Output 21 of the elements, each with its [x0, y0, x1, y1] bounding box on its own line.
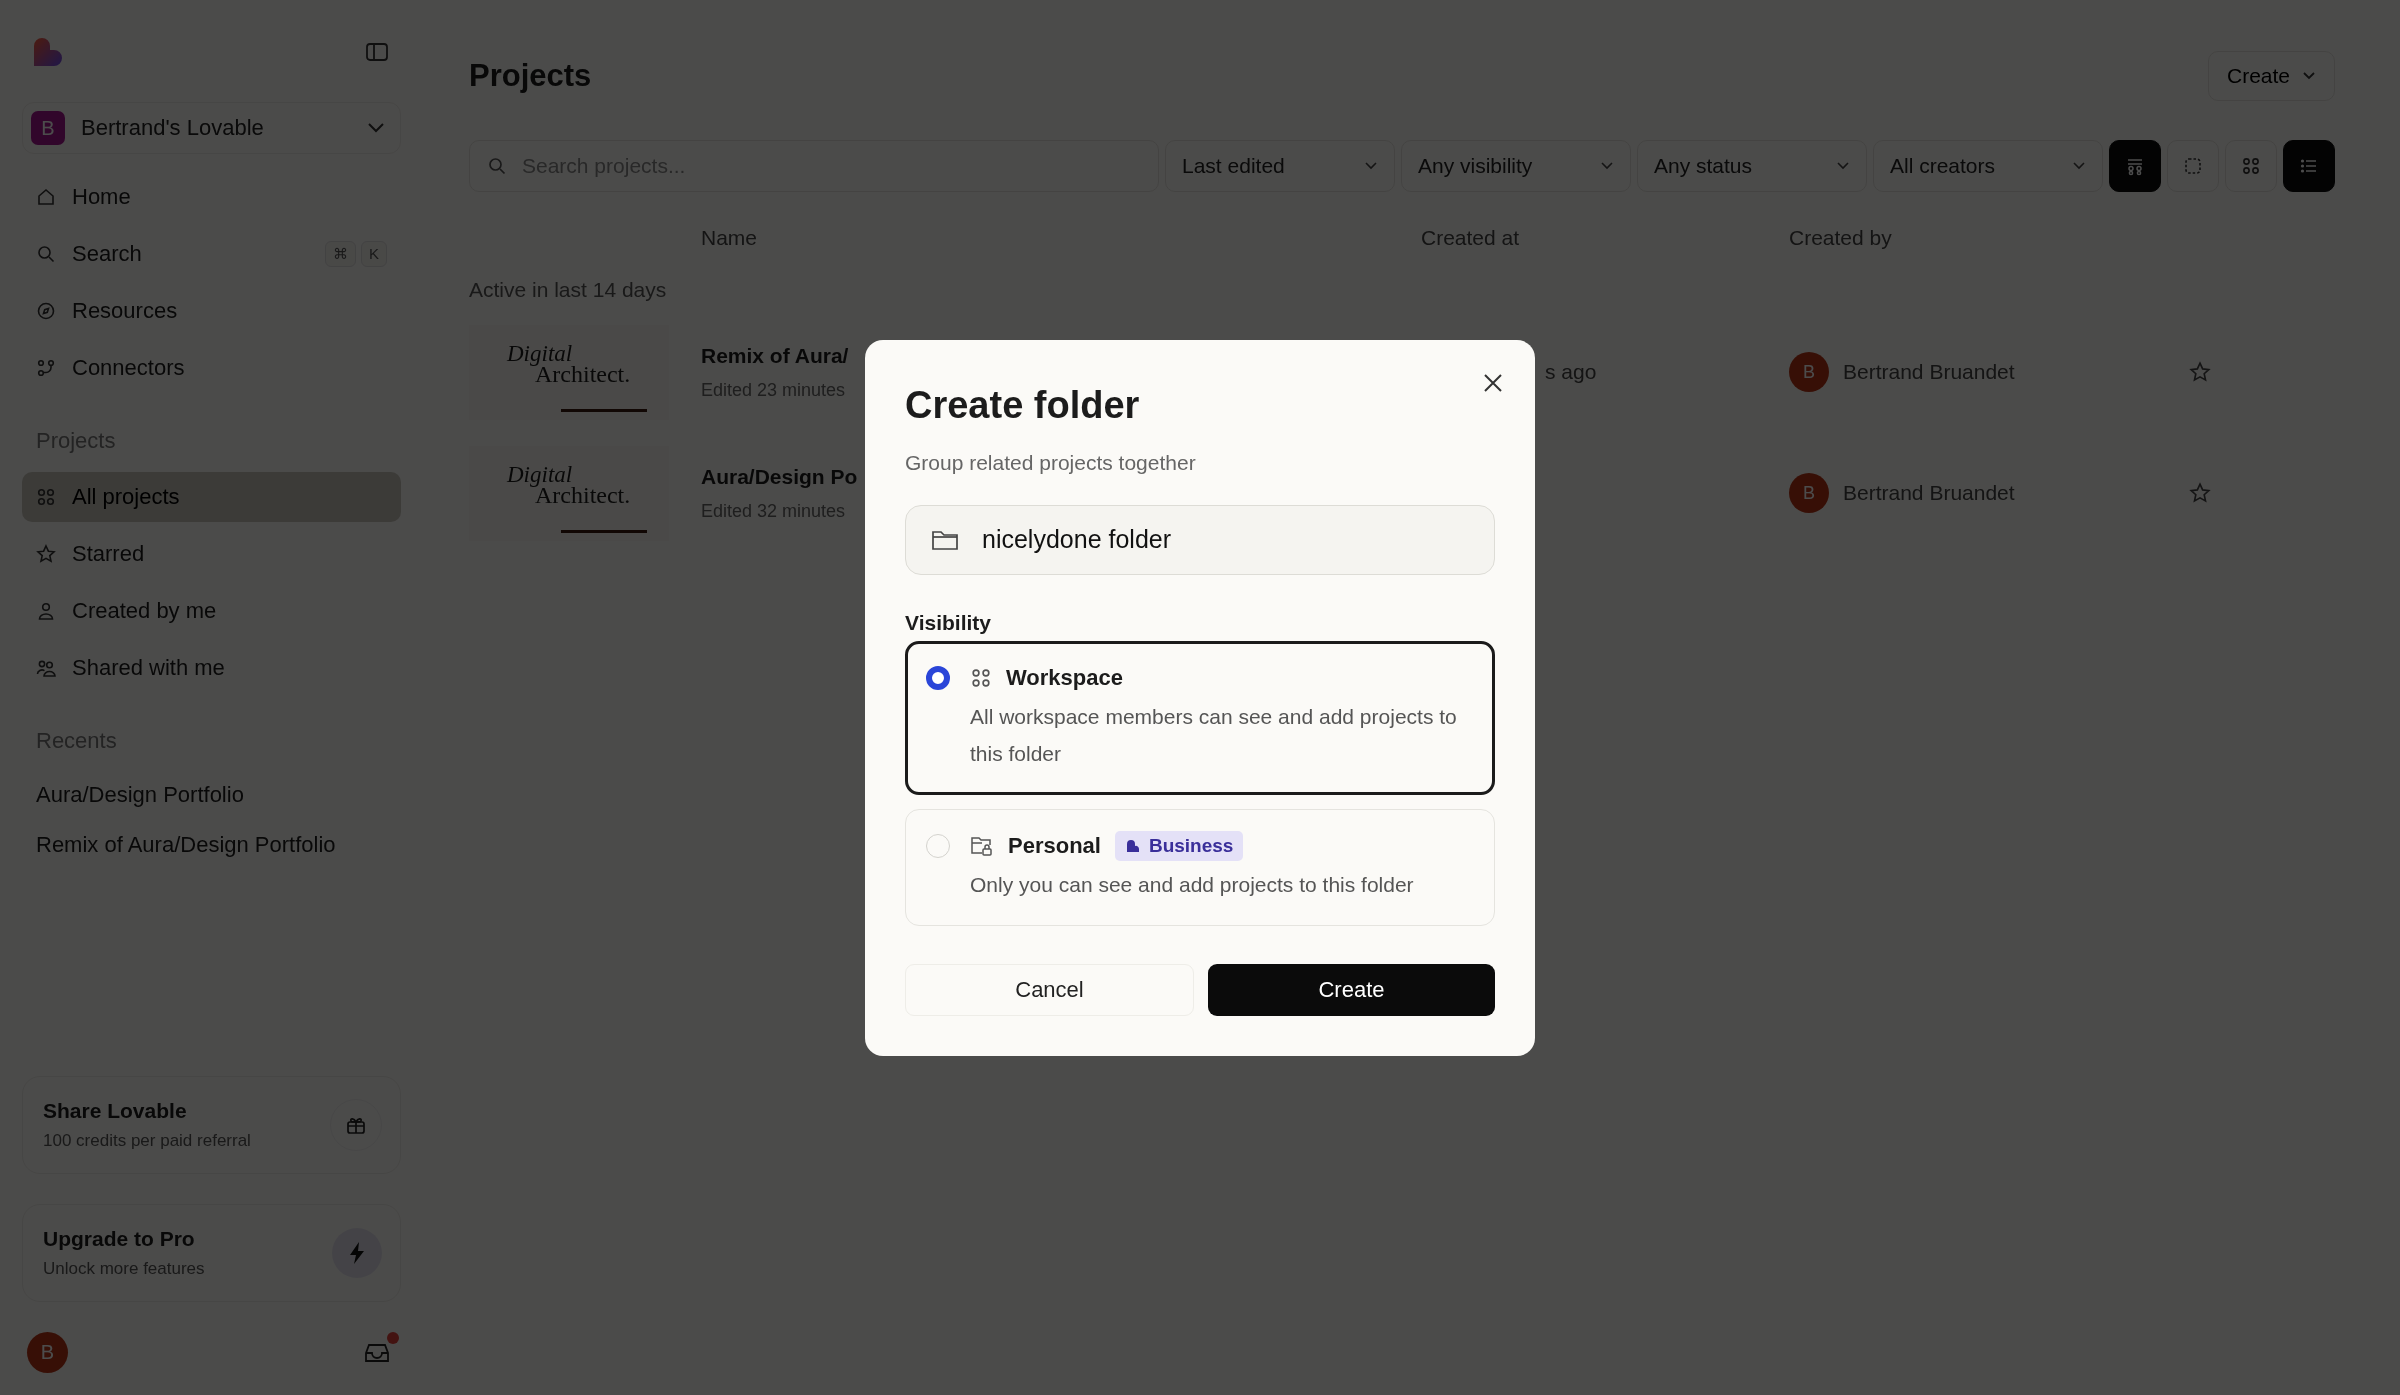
visibility-option[interactable]: Workspace All workspace members can see and add projects to this folder	[905, 640, 1495, 795]
dialog-subtitle: Group related projects together	[905, 450, 1197, 475]
field-label: Visibility	[905, 610, 992, 635]
folder-name-field[interactable]: nicelydone folder	[905, 504, 1495, 575]
card-title: Upgrade to Pro	[43, 1227, 196, 1251]
option-title: Workspace	[1006, 664, 1123, 691]
option-description: Only you can see and add projects to this folder	[970, 871, 1415, 898]
folder-lock-icon	[970, 834, 994, 857]
cancel-button[interactable]: Cancel	[905, 963, 1194, 1016]
option-description: All workspace members can see and add projects to this folder	[970, 703, 1458, 767]
radio-button[interactable]	[926, 665, 950, 690]
plan-badge: Business	[1114, 830, 1244, 861]
create-button[interactable]: Create	[1208, 963, 1495, 1016]
close-icon[interactable]	[1482, 371, 1504, 394]
option-title: Personal	[1008, 832, 1101, 859]
grid-icon	[970, 666, 992, 689]
dialog-title: Create folder	[905, 383, 1141, 427]
card-title: Share Lovable	[43, 1099, 188, 1123]
workspace-name: Bertrand's Lovable	[81, 115, 265, 141]
page-title: Projects	[469, 58, 592, 94]
visibility-option[interactable]: Personal Business Only you can see and add projects to this folder	[905, 808, 1495, 926]
